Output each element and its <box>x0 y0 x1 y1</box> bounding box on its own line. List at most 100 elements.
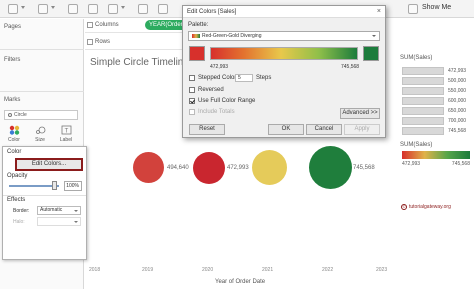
full-range-label: Use Full Color Range <box>198 98 256 104</box>
x-tick-2022: 2022 <box>322 267 334 273</box>
dialog-titlebar[interactable]: Edit Colors [Sales] × <box>183 6 385 18</box>
palette-preview-icon <box>192 34 200 38</box>
dropdown-caret-icon[interactable] <box>51 6 55 9</box>
halo-select[interactable] <box>37 217 81 226</box>
marks-label-button[interactable]: T Label <box>56 123 76 145</box>
chevron-down-icon <box>372 35 376 37</box>
marks-color-button[interactable]: Color <box>4 123 24 145</box>
legend-swatch <box>402 67 444 75</box>
swap-icon[interactable] <box>68 4 78 14</box>
border-select[interactable]: Automatic <box>37 206 81 215</box>
sort-icon[interactable] <box>88 4 98 14</box>
copyright-icon: © <box>401 204 407 210</box>
ok-button[interactable]: OK <box>268 124 304 135</box>
opacity-label: Opacity <box>7 173 28 179</box>
text-label-icon: T <box>61 125 71 135</box>
color-palette-icon <box>9 125 19 135</box>
legend-row[interactable]: 650,000 <box>402 107 472 115</box>
viz-title: Simple Circle Timeline <box>90 57 189 68</box>
close-icon[interactable]: × <box>377 8 381 15</box>
legend-swatch <box>402 127 444 135</box>
rows-label: Rows <box>95 39 111 45</box>
dialog-title: Edit Colors [Sales] <box>187 9 237 15</box>
include-totals-checkbox[interactable] <box>189 109 195 115</box>
size-legend-title: SUM(Sales) <box>400 55 433 61</box>
highlight-icon[interactable] <box>108 4 118 14</box>
marks-size-label: Size <box>35 137 45 143</box>
legend-row[interactable]: 550,000 <box>402 87 472 95</box>
stepped-color-checkbox[interactable] <box>189 75 195 81</box>
cancel-button[interactable]: Cancel <box>306 124 342 135</box>
legend-row[interactable]: 600,000 <box>402 97 472 105</box>
filters-label: Filters <box>4 57 21 63</box>
show-me-button[interactable]: Show Me <box>422 4 451 11</box>
mark-type-select[interactable]: Circle <box>4 110 78 120</box>
steps-stepper[interactable]: 5 <box>235 74 253 82</box>
color-legend-title: SUM(Sales) <box>400 142 433 148</box>
legend-swatch <box>402 117 444 125</box>
legend-label: 500,000 <box>448 78 467 84</box>
dropdown-caret-icon[interactable] <box>21 6 25 9</box>
x-tick-2023: 2023 <box>376 267 388 273</box>
color-legend-min: 472,993 <box>402 161 421 167</box>
apply-button[interactable]: Apply <box>344 124 380 135</box>
advanced-button[interactable]: Advanced >> <box>340 108 380 119</box>
steps-label: Steps <box>256 75 272 81</box>
watermark-text: tutorialgateway.org <box>409 204 451 210</box>
group-icon[interactable] <box>138 4 148 14</box>
edit-colors-button[interactable]: Edit Colors... <box>15 158 83 171</box>
color-legend[interactable]: SUM(Sales) 472,993 745,568 <box>400 142 472 172</box>
columns-icon <box>87 22 93 28</box>
marks-label-text: Label <box>59 137 73 143</box>
label-icon[interactable] <box>158 4 168 14</box>
reversed-checkbox[interactable] <box>189 87 195 93</box>
full-range-checkbox[interactable] <box>189 98 195 104</box>
opacity-slider-thumb[interactable] <box>52 181 57 190</box>
legend-row[interactable]: 745,568 <box>402 127 472 135</box>
legend-swatch <box>402 77 444 85</box>
opacity-input[interactable]: 100% <box>64 181 82 191</box>
legend-row[interactable]: 500,000 <box>402 77 472 85</box>
rows-icon <box>87 39 93 45</box>
pages-label: Pages <box>4 24 22 30</box>
x-axis-title: Year of Order Date <box>215 279 266 285</box>
color-popup: Color Edit Colors... Opacity 100% Effect… <box>2 146 87 260</box>
x-tick-2020: 2020 <box>202 267 214 273</box>
circle-mark-2022[interactable] <box>309 146 352 189</box>
show-me-icon[interactable] <box>408 4 418 14</box>
circle-mark-2019[interactable] <box>133 152 164 183</box>
marks-size-button[interactable]: Size <box>30 123 50 145</box>
end-color-swatch[interactable] <box>363 46 379 61</box>
range-max-value: 745,568 <box>341 64 360 70</box>
new-sheet-icon[interactable] <box>38 4 48 14</box>
stepped-color-label: Stepped Color <box>198 75 237 81</box>
divider <box>3 195 86 196</box>
palette-select[interactable]: Red-Green-Gold Diverging <box>188 31 380 41</box>
circle-label-2019: 494,640 <box>167 165 189 171</box>
legend-swatch <box>402 87 444 95</box>
x-tick-2019: 2019 <box>142 267 154 273</box>
legend-label: 600,000 <box>448 98 467 104</box>
border-value: Automatic <box>40 207 63 213</box>
legend-row[interactable]: 472,993 <box>402 67 472 75</box>
color-ramp <box>210 47 358 60</box>
color-legend-max: 745,568 <box>451 161 470 167</box>
include-totals-label: Include Totals <box>198 109 235 115</box>
reset-button[interactable]: Reset <box>189 124 225 135</box>
color-section-label: Color <box>7 149 22 155</box>
dropdown-caret-icon[interactable] <box>121 6 125 9</box>
circle-mark-2021[interactable] <box>252 150 287 185</box>
halo-label: Halo: <box>13 219 25 225</box>
watermark: © tutorialgateway.org <box>401 204 451 210</box>
legend-label: 550,000 <box>448 88 467 94</box>
divider <box>0 91 84 92</box>
mark-type-value: Circle <box>14 112 27 118</box>
circle-mark-2020[interactable] <box>193 152 225 184</box>
legend-swatch <box>402 107 444 115</box>
palette-label: Palette: <box>188 22 209 28</box>
marks-label: Marks <box>4 97 21 103</box>
start-color-swatch[interactable] <box>189 46 205 61</box>
legend-row[interactable]: 700,000 <box>402 117 472 125</box>
svg-text:T: T <box>64 129 68 135</box>
undo-icon[interactable] <box>8 4 18 14</box>
